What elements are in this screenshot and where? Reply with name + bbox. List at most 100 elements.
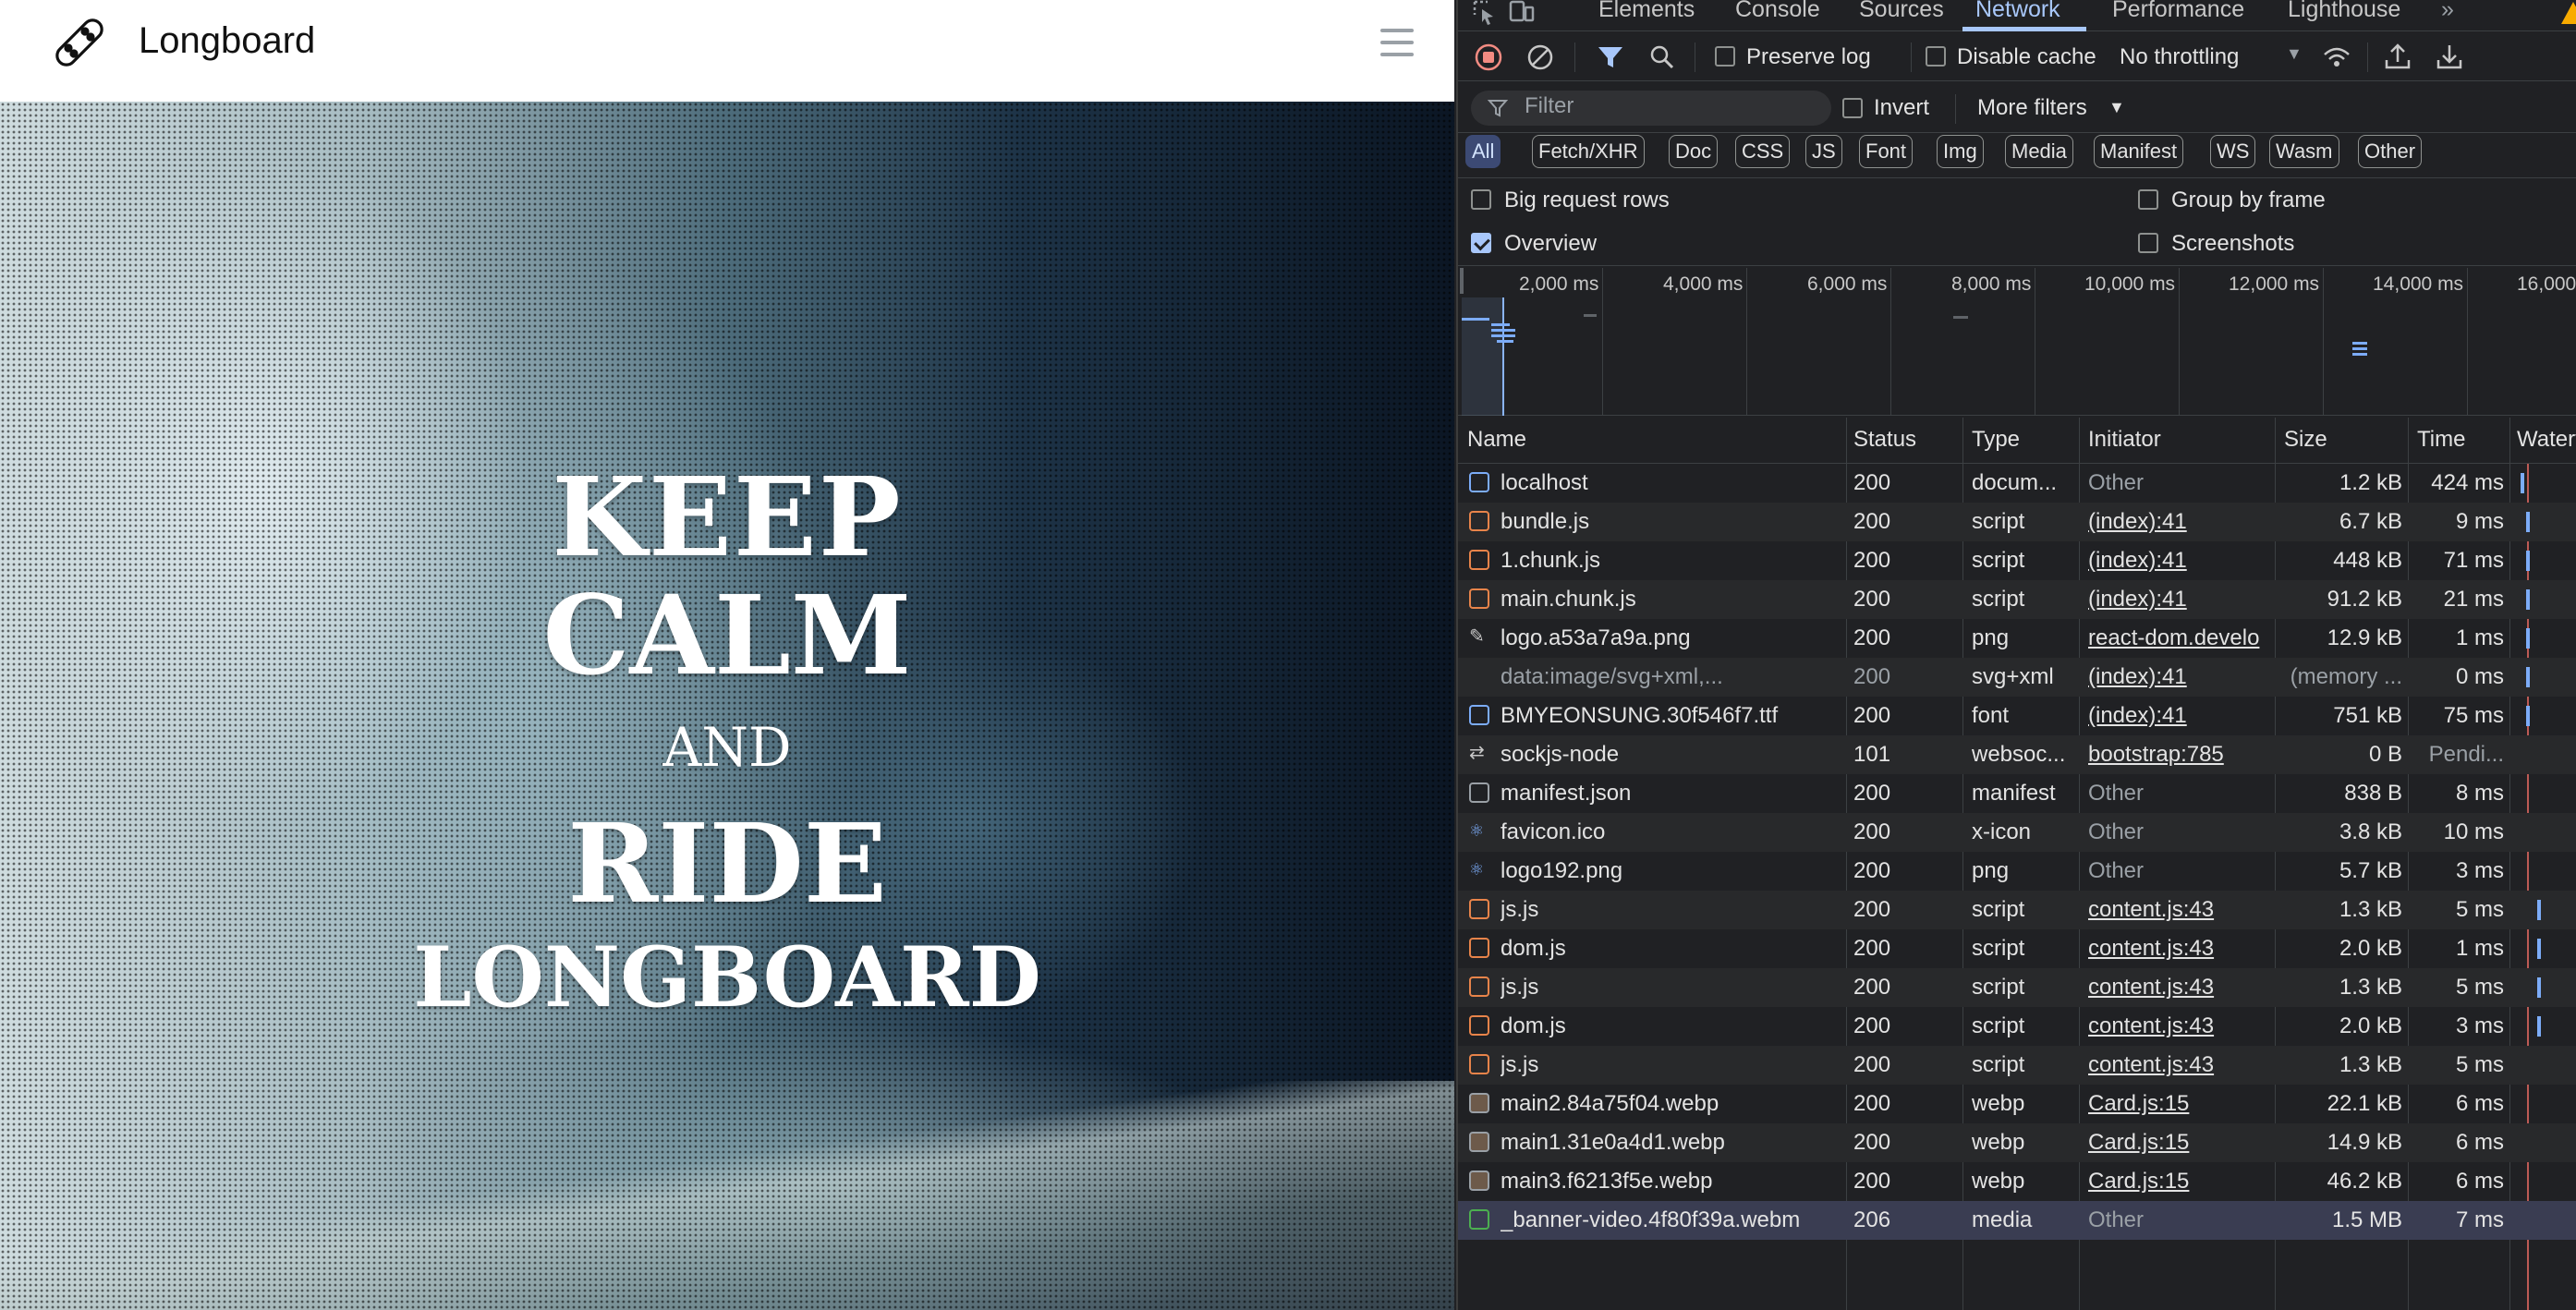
cell-initiator[interactable]: Card.js:15: [2088, 1169, 2269, 1195]
cell-initiator[interactable]: content.js:43: [2088, 1013, 2269, 1039]
table-row[interactable]: ⚛ logo192.png 200 png Other 5.7 kB 3 ms: [1458, 852, 2576, 891]
search-icon[interactable]: [1646, 42, 1678, 73]
brand-name[interactable]: Longboard: [139, 20, 315, 62]
overview-label: Overview: [1504, 231, 1598, 256]
skateboard-logo-icon[interactable]: [48, 11, 111, 74]
cell-status: 200: [1853, 470, 1891, 495]
more-tabs-icon[interactable]: »: [2441, 0, 2454, 23]
cell-initiator[interactable]: content.js:43: [2088, 1052, 2269, 1078]
tab-sources[interactable]: Sources: [1859, 0, 1944, 23]
throttling-select[interactable]: No throttling: [2120, 44, 2239, 70]
table-row[interactable]: _banner-video.4f80f39a.webm 206 media Other…: [1458, 1201, 2576, 1240]
tab-elements[interactable]: Elements: [1598, 0, 1695, 23]
cell-time: 5 ms: [2455, 1052, 2504, 1077]
table-row[interactable]: BMYEONSUNG.30f546f7.ttf 200 font (index):41…: [1458, 697, 2576, 735]
tab-network[interactable]: Network: [1975, 0, 2060, 23]
network-toolbar: Preserve log Disable cache No throttling…: [1458, 33, 2576, 81]
cell-status: 200: [1853, 936, 1891, 961]
preserve-log-checkbox[interactable]: [1715, 46, 1735, 67]
cell-initiator[interactable]: react-dom.develo: [2088, 625, 2269, 651]
table-row[interactable]: ⇄ sockjs-node 101 websoc... bootstrap:785 0 B…: [1458, 735, 2576, 774]
import-har-icon[interactable]: [2382, 42, 2413, 73]
table-row[interactable]: js.js 200 script content.js:43 1.3 kB 5 ms: [1458, 891, 2576, 929]
cell-initiator[interactable]: content.js:43: [2088, 897, 2269, 923]
chip-other[interactable]: Other: [2358, 135, 2423, 168]
device-toolbar-icon[interactable]: [1508, 0, 1536, 28]
screenshots-checkbox[interactable]: [2138, 233, 2158, 253]
disable-cache-checkbox[interactable]: [1926, 46, 1946, 67]
table-row[interactable]: dom.js 200 script content.js:43 2.0 kB 1 ms: [1458, 929, 2576, 968]
col-initiator[interactable]: Initiator: [2088, 427, 2161, 453]
chip-all[interactable]: All: [1465, 135, 1501, 168]
col-waterfall[interactable]: Waterfall: [2517, 427, 2576, 453]
cell-initiator[interactable]: content.js:43: [2088, 975, 2269, 1001]
table-row[interactable]: main1.31e0a4d1.webp 200 webp Card.js:15 14.9…: [1458, 1123, 2576, 1162]
big-request-rows-checkbox[interactable]: [1471, 189, 1491, 210]
chip-doc[interactable]: Doc: [1669, 135, 1719, 168]
col-time[interactable]: Time: [2417, 427, 2465, 453]
col-status[interactable]: Status: [1853, 427, 1916, 453]
inspect-element-icon[interactable]: [1471, 0, 1499, 28]
chip-css[interactable]: CSS: [1735, 135, 1791, 168]
clear-icon[interactable]: [1525, 42, 1556, 73]
table-row[interactable]: localhost 200 docum... Other 1.2 kB 424 ms: [1458, 464, 2576, 503]
tab-lighthouse[interactable]: Lighthouse: [2288, 0, 2400, 23]
table-row[interactable]: ✎ logo.a53a7a9a.png 200 png react-dom.develo…: [1458, 619, 2576, 658]
overview-checkbox[interactable]: [1471, 233, 1491, 253]
col-name[interactable]: Name: [1467, 427, 1526, 453]
cell-initiator[interactable]: Card.js:15: [2088, 1130, 2269, 1156]
cell-initiator[interactable]: (index):41: [2088, 703, 2269, 729]
invert-checkbox[interactable]: [1842, 98, 1863, 118]
cell-initiator[interactable]: (index):41: [2088, 587, 2269, 613]
table-row[interactable]: js.js 200 script content.js:43 1.3 kB 5 ms: [1458, 1046, 2576, 1085]
cell-name: main2.84a75f04.webp: [1501, 1091, 1719, 1116]
record-stop-icon[interactable]: [1473, 42, 1504, 73]
table-row[interactable]: data:image/svg+xml,... 200 svg+xml (index):…: [1458, 658, 2576, 697]
cell-type: svg+xml: [1972, 664, 2054, 689]
col-size[interactable]: Size: [2284, 427, 2327, 453]
col-type[interactable]: Type: [1972, 427, 2020, 453]
cell-type: webp: [1972, 1091, 2025, 1116]
cell-initiator[interactable]: (index):41: [2088, 548, 2269, 574]
script-file-icon: [1469, 1015, 1489, 1036]
table-row[interactable]: bundle.js 200 script (index):41 6.7 kB 9 ms: [1458, 503, 2576, 541]
table-row[interactable]: main.chunk.js 200 script (index):41 91.2 kB 2…: [1458, 580, 2576, 619]
cell-type: docum...: [1972, 470, 2058, 495]
table-row[interactable]: ⚛ favicon.ico 200 x-icon Other 3.8 kB 10 ms: [1458, 813, 2576, 852]
chip-ws[interactable]: WS: [2210, 135, 2256, 168]
cell-name: main1.31e0a4d1.webp: [1501, 1130, 1725, 1155]
cell-initiator[interactable]: content.js:43: [2088, 936, 2269, 962]
export-har-icon[interactable]: [2434, 42, 2465, 73]
chip-wasm[interactable]: Wasm: [2269, 135, 2339, 168]
tab-console[interactable]: Console: [1735, 0, 1820, 23]
chip-js[interactable]: JS: [1805, 135, 1842, 168]
cell-time: 6 ms: [2455, 1169, 2504, 1194]
table-row[interactable]: 1.chunk.js 200 script (index):41 448 kB 71 ms: [1458, 541, 2576, 580]
chevron-down-icon[interactable]: ▼: [2286, 44, 2303, 64]
cell-initiator[interactable]: (index):41: [2088, 664, 2269, 690]
table-row[interactable]: main2.84a75f04.webp 200 webp Card.js:15 22.1…: [1458, 1085, 2576, 1123]
group-by-frame-checkbox[interactable]: [2138, 189, 2158, 210]
table-row[interactable]: manifest.json 200 manifest Other 838 B 8 ms: [1458, 774, 2576, 813]
network-conditions-icon[interactable]: [2321, 42, 2352, 73]
table-row[interactable]: dom.js 200 script content.js:43 2.0 kB 3 ms: [1458, 1007, 2576, 1046]
chip-fetch-xhr[interactable]: Fetch/XHR: [1532, 135, 1645, 168]
table-row[interactable]: main3.f6213f5e.webp 200 webp Card.js:15 46.2…: [1458, 1162, 2576, 1201]
chip-img[interactable]: Img: [1937, 135, 1984, 168]
chip-media[interactable]: Media: [2005, 135, 2073, 168]
cell-status: 200: [1853, 509, 1891, 534]
warning-icon[interactable]: [2559, 0, 2576, 28]
chip-font[interactable]: Font: [1859, 135, 1914, 168]
table-row[interactable]: js.js 200 script content.js:43 1.3 kB 5 ms: [1458, 968, 2576, 1007]
more-filters-button[interactable]: More filters: [1977, 95, 2087, 121]
cell-initiator[interactable]: Card.js:15: [2088, 1091, 2269, 1117]
hamburger-menu-icon[interactable]: [1375, 26, 1419, 59]
cell-initiator[interactable]: (index):41: [2088, 509, 2269, 535]
cell-initiator[interactable]: bootstrap:785: [2088, 742, 2269, 768]
overview-timeline[interactable]: 2,000 ms 4,000 ms 6,000 ms 8,000 ms 10,0…: [1458, 268, 2576, 416]
tab-performance[interactable]: Performance: [2112, 0, 2244, 23]
img-file-icon: [1469, 1171, 1489, 1191]
filter-funnel-icon[interactable]: [1595, 42, 1626, 73]
chip-manifest[interactable]: Manifest: [2094, 135, 2184, 168]
waterfall-bar: [2526, 551, 2530, 571]
